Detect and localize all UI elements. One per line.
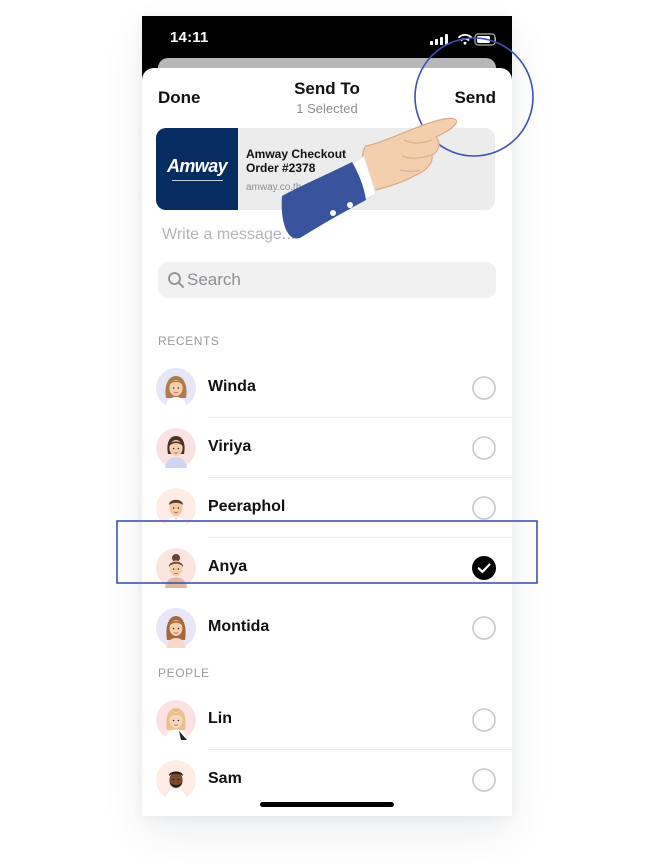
amway-logo: Amway [166,156,228,176]
contact-name: Peeraphol [208,498,286,515]
recents-header: RECENTS [158,334,220,348]
status-bar: 14:11 [142,16,512,60]
search-input[interactable] [187,270,487,290]
unselected-circle-icon[interactable] [472,616,496,640]
unselected-circle-icon[interactable] [472,496,496,520]
contact-name: Lin [208,710,232,727]
sheet-title: Send To [294,79,360,98]
contact-name: Montida [208,618,270,635]
contact-row-sam[interactable]: Sam [142,750,512,810]
avatar [156,548,196,588]
phone-screen: 14:11 Done Send To 1 Selected Send Amway… [142,16,512,816]
logo-underline [172,180,223,181]
search-box[interactable] [158,262,496,298]
avatar [156,488,196,528]
avatar [156,760,196,800]
contact-row-lin[interactable]: Lin [142,690,512,750]
contact-row-anya[interactable]: Anya [142,538,512,598]
link-url: amway.co.th [246,182,302,193]
unselected-circle-icon[interactable] [472,376,496,400]
link-title: Amway Checkout Order #2378 [246,147,347,175]
signal-wifi-battery-icon [430,33,497,46]
done-button[interactable]: Done [158,88,201,108]
selection-count: 1 Selected [296,101,358,116]
contact-row-peeraphol[interactable]: Peeraphol [142,478,512,538]
unselected-circle-icon[interactable] [472,436,496,460]
unselected-circle-icon[interactable] [472,768,496,792]
contact-name: Anya [208,558,248,575]
message-input[interactable] [162,224,482,246]
sheet-header: Send To 1 Selected [237,79,417,117]
search-icon [168,272,184,288]
checkmark-circle-icon[interactable] [472,556,496,580]
home-indicator [260,802,394,807]
send-button[interactable]: Send [454,88,496,108]
link-thumbnail: Amway [156,128,238,210]
avatar [156,368,196,408]
unselected-circle-icon[interactable] [472,708,496,732]
contact-row-winda[interactable]: Winda [142,358,512,418]
contact-name: Sam [208,770,242,787]
people-header: PEOPLE [158,666,210,680]
contact-row-montida[interactable]: Montida [142,598,512,658]
status-time: 14:11 [170,29,209,46]
link-preview-card[interactable]: Amway Amway Checkout Order #2378 amway.c… [156,128,495,210]
contact-row-viriya[interactable]: Viriya [142,418,512,478]
avatar [156,700,196,740]
avatar [156,608,196,648]
contact-name: Winda [208,378,256,395]
contact-name: Viriya [208,438,252,455]
avatar [156,428,196,468]
share-sheet: Done Send To 1 Selected Send Amway Amway… [142,68,512,816]
status-icons [416,32,497,46]
